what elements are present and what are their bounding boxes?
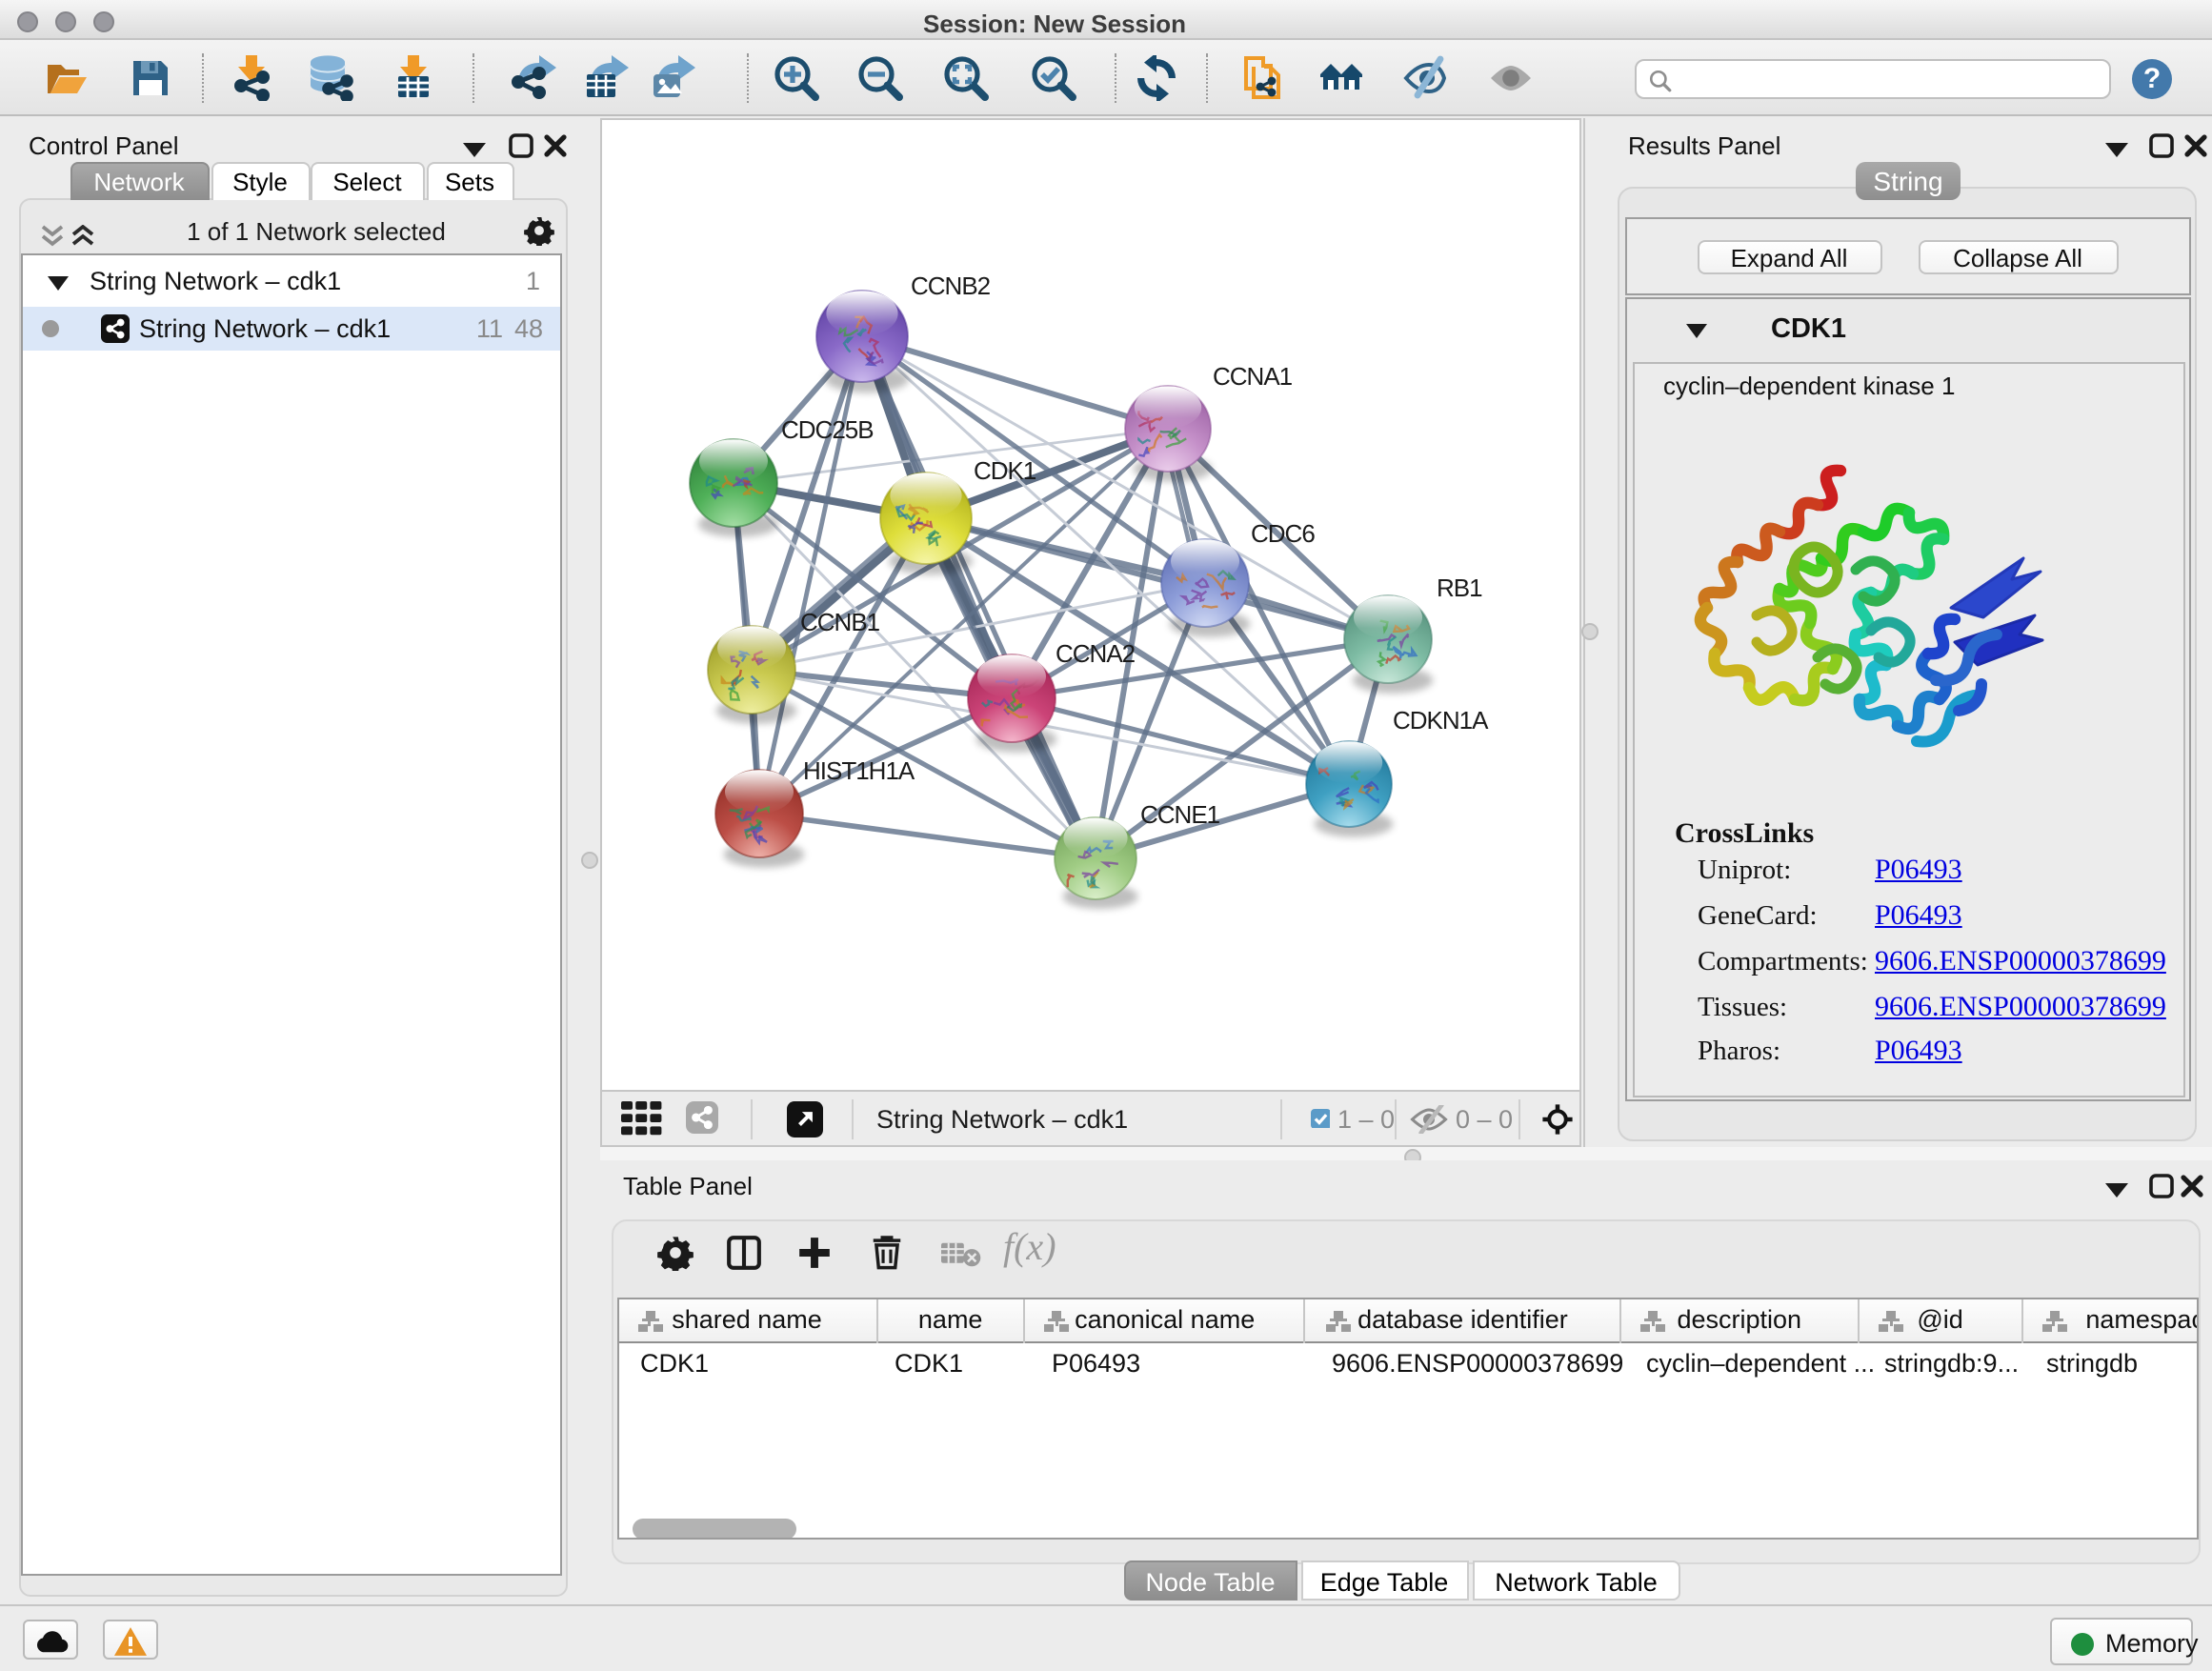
svg-text:CDC25B: CDC25B [780, 415, 873, 444]
svg-text:CDKN1A: CDKN1A [1392, 706, 1488, 735]
svg-text:CCNE1: CCNE1 [1139, 800, 1219, 829]
svg-text:CCNB1: CCNB1 [799, 608, 879, 636]
svg-text:CDC6: CDC6 [1250, 519, 1314, 548]
svg-text:CCNA1: CCNA1 [1212, 362, 1292, 391]
svg-text:CDK1: CDK1 [973, 456, 1036, 485]
svg-text:RB1: RB1 [1436, 574, 1481, 602]
svg-text:HIST1H1A: HIST1H1A [802, 756, 915, 785]
svg-text:CCNB2: CCNB2 [910, 272, 990, 300]
svg-text:CCNA2: CCNA2 [1055, 639, 1135, 668]
